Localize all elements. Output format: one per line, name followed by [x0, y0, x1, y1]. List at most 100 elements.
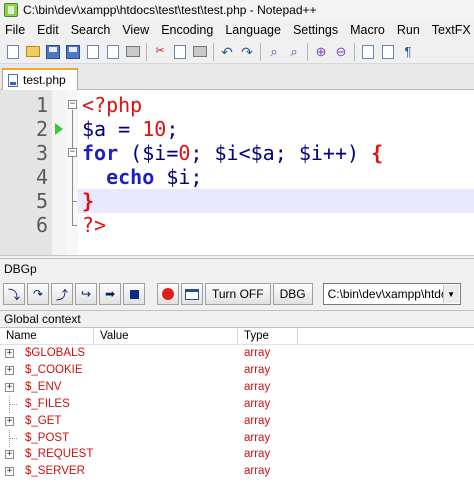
- open-file-icon[interactable]: [25, 44, 41, 60]
- expand-icon[interactable]: +: [5, 349, 14, 358]
- menu-settings[interactable]: Settings: [287, 20, 344, 40]
- code-token: $a: [250, 141, 275, 165]
- copy-icon[interactable]: [172, 44, 188, 60]
- close-icon[interactable]: [85, 44, 101, 60]
- line-number: 1: [35, 93, 48, 117]
- tab-strip: test.php: [0, 64, 474, 90]
- step-into-button[interactable]: ⤵: [3, 283, 25, 305]
- variable-type: array: [244, 347, 271, 359]
- menu-view[interactable]: View: [116, 20, 155, 40]
- code-token: $a: [82, 117, 107, 141]
- window-icon: [185, 288, 199, 300]
- current-execution-arrow-icon: [55, 123, 63, 135]
- fold-line: [72, 158, 73, 201]
- expand-icon[interactable]: +: [5, 467, 14, 477]
- code-text: <?php: [82, 93, 142, 117]
- run-button[interactable]: ➡: [99, 283, 121, 305]
- code-token: ;: [190, 165, 203, 189]
- code-editor[interactable]: 1 <?php 2 $a = 10; 3 for ($i=0; $i<$a; $i++) …: [0, 90, 474, 256]
- path-select-value: C:\bin\dev\xampp\htdoc: [327, 287, 454, 301]
- table-row[interactable]: + $_ENV array: [0, 379, 474, 396]
- code-token: <: [238, 141, 251, 165]
- menu-run[interactable]: Run: [391, 20, 426, 40]
- menu-file[interactable]: File: [0, 20, 31, 40]
- code-token: ++): [322, 141, 372, 165]
- table-row[interactable]: + $_REQUEST array: [0, 446, 474, 463]
- zoom-out-icon[interactable]: ⊖: [333, 44, 349, 60]
- print-icon[interactable]: [125, 44, 141, 60]
- variable-type: array: [244, 414, 271, 427]
- variable-name: $_FILES: [25, 397, 70, 410]
- menu-search[interactable]: Search: [65, 20, 117, 40]
- table-row[interactable]: $_FILES array: [0, 395, 474, 413]
- cut-icon[interactable]: ✂: [152, 44, 168, 60]
- run-to-cursor-button[interactable]: ↪: [75, 283, 97, 305]
- title-bar: C:\bin\dev\xampp\htdocs\test\test\test.p…: [0, 0, 474, 20]
- line-number: 2: [35, 117, 48, 141]
- variable-name: $_GET: [25, 414, 62, 427]
- column-header-name[interactable]: Name: [0, 328, 94, 345]
- column-header-value[interactable]: Value: [94, 328, 238, 345]
- paste-icon[interactable]: [192, 44, 208, 60]
- main-toolbar: ✂ ↶ ↷ ⌕ ⌕ ⊕ ⊖ ¶: [0, 40, 474, 64]
- step-out-button[interactable]: ⤴: [51, 283, 73, 305]
- expand-icon[interactable]: +: [5, 382, 14, 392]
- code-token: ;: [190, 141, 215, 165]
- toolbar-separator: [213, 42, 214, 61]
- chevron-down-icon[interactable]: ▼: [442, 285, 459, 303]
- tree-line: [10, 437, 17, 439]
- menu-macro[interactable]: Macro: [344, 20, 391, 40]
- path-mapping-select[interactable]: C:\bin\dev\xampp\htdoc ▼: [322, 283, 461, 305]
- line-number: 3: [35, 141, 48, 165]
- dbg-button[interactable]: DBG: [272, 283, 313, 305]
- table-row[interactable]: + $_SERVER array: [0, 463, 474, 480]
- dbgp-toolbar: ⤵ ↷ ⤴ ↪ ➡ Turn OFF DBG C:\bin\dev\xampp\…: [0, 279, 474, 309]
- menu-textfx[interactable]: TextFX: [426, 20, 474, 40]
- save-all-icon[interactable]: [65, 44, 81, 60]
- step-over-button[interactable]: ↷: [27, 283, 49, 305]
- table-row[interactable]: + $_GET array: [0, 413, 474, 430]
- stop-button[interactable]: [123, 283, 145, 305]
- menu-edit[interactable]: Edit: [31, 20, 65, 40]
- code-token: 0: [178, 141, 191, 165]
- table-row[interactable]: + $_COOKIE array: [0, 362, 474, 379]
- undo-icon[interactable]: ↶: [219, 44, 235, 60]
- sync-scroll-icon[interactable]: [360, 44, 376, 60]
- code-token: $i: [214, 141, 239, 165]
- menu-language[interactable]: Language: [219, 20, 287, 40]
- tree-line: [10, 403, 17, 405]
- expand-icon[interactable]: +: [5, 365, 14, 375]
- table-row[interactable]: + $GLOBALS array: [0, 345, 474, 362]
- code-token: ;: [166, 117, 179, 141]
- new-file-icon[interactable]: [5, 44, 21, 60]
- find-icon[interactable]: ⌕: [266, 44, 282, 60]
- table-row[interactable]: $_POST array: [0, 429, 474, 447]
- code-token: <?php: [82, 93, 143, 117]
- menu-encoding[interactable]: Encoding: [155, 20, 219, 40]
- dbgp-panel-title: DBGp: [0, 258, 474, 278]
- stop-icon: [129, 289, 139, 299]
- expand-icon[interactable]: +: [5, 450, 14, 460]
- tab-label: test.php: [23, 73, 66, 87]
- redo-icon[interactable]: ↷: [239, 44, 255, 60]
- turn-off-button[interactable]: Turn OFF: [205, 283, 271, 305]
- tab-test-php[interactable]: test.php: [2, 68, 78, 90]
- toolbar-separator: [354, 42, 355, 61]
- show-window-button[interactable]: [181, 283, 203, 305]
- save-icon[interactable]: [45, 44, 61, 60]
- zoom-in-icon[interactable]: ⊕: [313, 44, 329, 60]
- column-header-type[interactable]: Type: [238, 328, 298, 345]
- code-token: echo: [106, 165, 155, 189]
- toggle-breakpoint-button[interactable]: [157, 283, 179, 305]
- code-token: (: [118, 141, 143, 165]
- line-number: 5: [35, 189, 48, 213]
- fold-toggle-icon[interactable]: −: [68, 100, 77, 109]
- fold-toggle-icon[interactable]: −: [68, 148, 77, 157]
- replace-icon[interactable]: ⌕: [286, 44, 302, 60]
- close-all-icon[interactable]: [105, 44, 121, 60]
- code-token: ?>: [82, 213, 107, 237]
- show-all-chars-icon[interactable]: ¶: [400, 44, 416, 60]
- word-wrap-icon[interactable]: [380, 44, 396, 60]
- expand-icon[interactable]: +: [5, 416, 14, 426]
